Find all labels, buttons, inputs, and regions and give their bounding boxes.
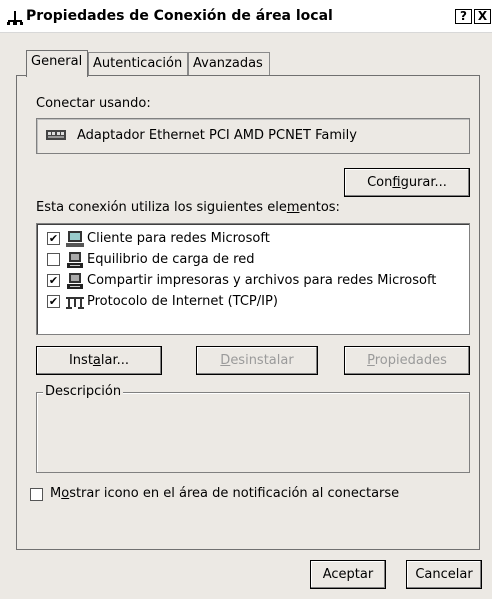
install-label-b: lar... [100, 353, 130, 368]
uninstall-label-b: esinstalar [230, 353, 294, 368]
properties-label-accel: P [367, 353, 375, 368]
notify-option[interactable]: Mostrar icono en el área de notificación… [30, 486, 470, 506]
configure-label-accel: f [392, 175, 401, 190]
adapter-name: Adaptador Ethernet PCI AMD PCNET Family [77, 128, 357, 143]
uninstall-button[interactable]: Desinstalar [196, 346, 318, 375]
configure-button[interactable]: Configurar... [344, 168, 470, 197]
notify-checkbox[interactable] [30, 488, 43, 501]
network-client-icon [66, 231, 84, 247]
tab-general[interactable]: General [26, 50, 88, 77]
list-item[interactable]: ✔ Compartir impresoras y archivos para r… [47, 271, 467, 291]
notify-label-a: M [50, 486, 62, 501]
component-checkbox[interactable]: ✔ [47, 295, 60, 308]
component-label: Compartir impresoras y archivos para red… [87, 273, 437, 288]
protocol-icon [66, 297, 84, 309]
description-group: Descripción [36, 384, 470, 473]
component-label: Cliente para redes Microsoft [87, 231, 270, 246]
component-checkbox[interactable]: ✔ [47, 232, 60, 245]
components-label-accel: m [286, 200, 300, 215]
properties-button[interactable]: Propiedades [344, 346, 470, 375]
components-label: Esta conexión utiliza los siguientes ele… [36, 200, 340, 215]
install-label-a: Inst [68, 353, 93, 368]
network-adapter-icon [46, 130, 66, 140]
tab-avanzadas[interactable]: Avanzadas [188, 52, 270, 75]
configure-label-b: igurar... [400, 175, 447, 190]
network-service-icon [67, 252, 83, 268]
component-checkbox[interactable]: ✔ [47, 274, 60, 287]
list-item[interactable]: Equilibrio de carga de red [47, 250, 467, 270]
adapter-field: Adaptador Ethernet PCI AMD PCNET Family [36, 118, 470, 154]
component-checkbox[interactable] [47, 253, 60, 266]
notify-label-b: strar icono en el área de notificación a… [69, 486, 400, 501]
component-label: Equilibrio de carga de red [87, 252, 255, 267]
components-label-a: Esta conexión utiliza los siguientes ele [36, 200, 287, 215]
list-item[interactable]: ✔ Cliente para redes Microsoft [47, 229, 467, 249]
tab-autenticacion[interactable]: Autenticación [88, 52, 188, 75]
close-button[interactable]: X [474, 9, 491, 24]
properties-label-b: ropiedades [374, 353, 447, 368]
components-list[interactable]: ✔ Cliente para redes Microsoft Equilibri… [36, 223, 470, 335]
help-button[interactable]: ? [455, 9, 472, 24]
install-label-accel: a [92, 353, 101, 368]
notify-label-accel: o [61, 486, 70, 501]
description-label: Descripción [43, 384, 124, 399]
components-label-b: entos: [299, 200, 340, 215]
properties-dialog: Propiedades de Conexión de área local ? … [0, 0, 492, 599]
ok-button[interactable]: Aceptar [310, 560, 386, 589]
network-connection-icon [7, 11, 23, 25]
connect-using-label: Conectar usando: [36, 96, 151, 111]
install-button[interactable]: Instalar... [36, 346, 162, 375]
list-item[interactable]: ✔ Protocolo de Internet (TCP/IP) [47, 292, 467, 312]
component-label: Protocolo de Internet (TCP/IP) [87, 294, 278, 309]
window-title: Propiedades de Conexión de área local [26, 8, 333, 24]
network-service-icon [67, 273, 83, 289]
configure-label-a: Con [367, 175, 393, 190]
title-bar[interactable]: Propiedades de Conexión de área local ? … [0, 0, 492, 33]
notify-label: Mostrar icono en el área de notificación… [50, 486, 399, 501]
cancel-button[interactable]: Cancelar [406, 560, 482, 589]
uninstall-label-accel: D [220, 353, 231, 368]
